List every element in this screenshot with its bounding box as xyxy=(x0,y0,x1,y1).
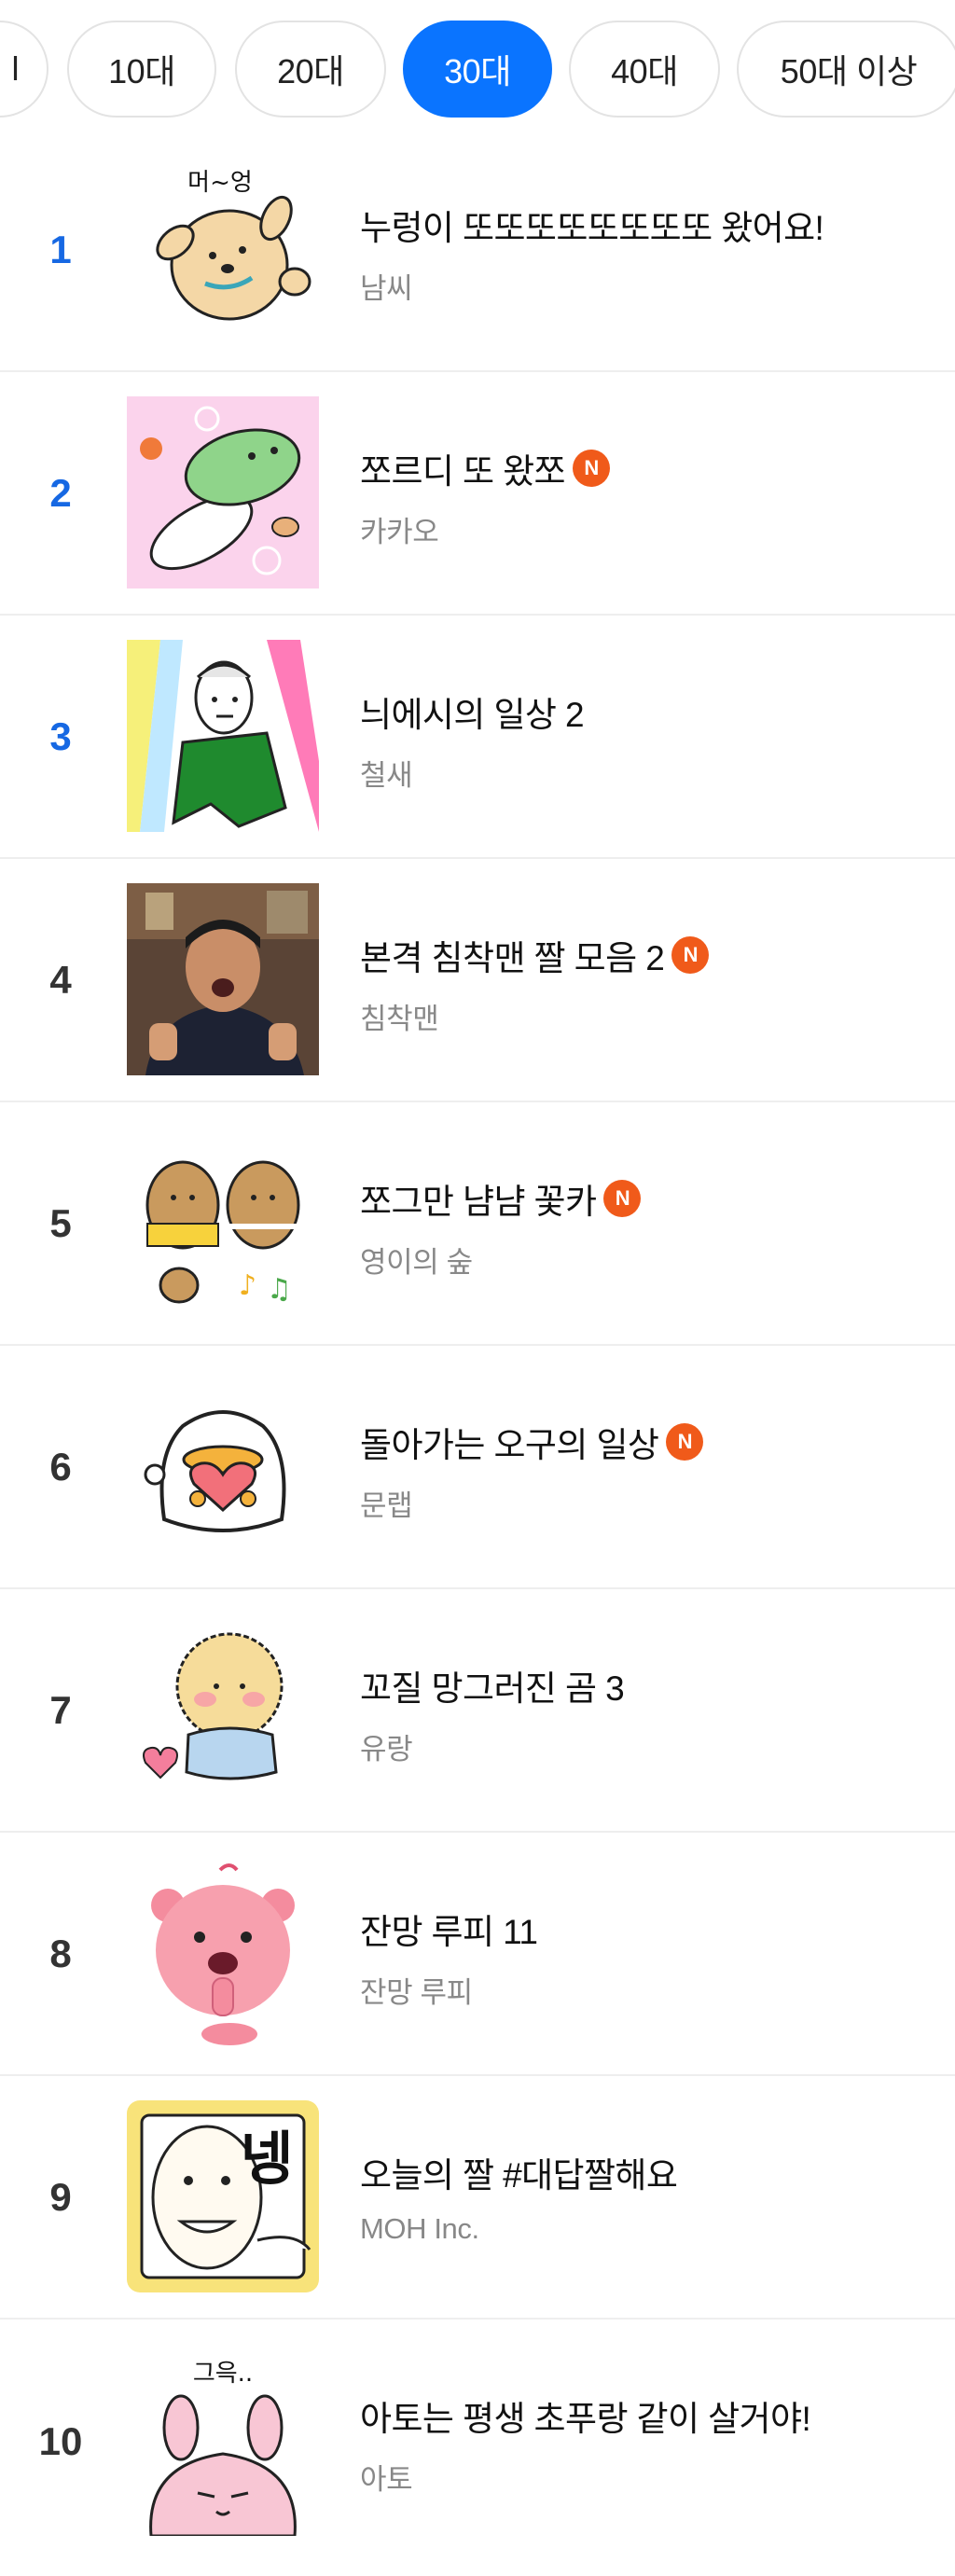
emoticon-title: 누렁이 또또또또또또또또 왔어요! xyxy=(360,209,824,247)
emoticon-title: 꼬질 망그러진 곰 3 xyxy=(360,1669,625,1708)
age-tab-50s-plus[interactable]: 50대 이상 xyxy=(737,21,955,118)
rank-number: 6 xyxy=(49,1444,72,1489)
sticker-caption: 머~엉 xyxy=(187,169,253,197)
emoticon-title: 쪼르디 또 왔쪼 xyxy=(360,452,566,491)
emoticon-author: 아토 xyxy=(360,2463,413,2496)
rank-number: 4 xyxy=(49,957,72,1002)
emoticon-author: 문랩 xyxy=(360,1489,413,1522)
ranking-item[interactable]: 9 넹 오늘의 짤 #대답짤해요 MOH Inc. xyxy=(0,2076,955,2320)
emoticon-author: 남씨 xyxy=(360,272,413,305)
loopy-beaver-sticker-icon xyxy=(127,1857,319,2049)
emoticon-author: 카카오 xyxy=(360,516,439,548)
emoticon-title: 아토는 평생 초푸랑 같이 살거야! xyxy=(360,2400,811,2438)
dog-sticker-icon: 머~엉 xyxy=(127,153,319,345)
new-badge: N xyxy=(603,1180,642,1217)
rank-number: 8 xyxy=(49,1931,72,1975)
rank-number: 3 xyxy=(49,713,72,758)
age-filter-tabs: l 10대 20대 30대 40대 50대 이상 xyxy=(0,0,955,129)
rank-number: 5 xyxy=(49,1200,72,1245)
ranking-item[interactable]: 1 머~엉 누렁이 또또또또또또또또 왔어요! 남씨 xyxy=(0,129,955,372)
age-tab-20s[interactable]: 20대 xyxy=(235,21,386,118)
rank-number: 2 xyxy=(49,470,72,515)
sticker-caption: 넹 xyxy=(240,2125,293,2193)
new-badge: N xyxy=(573,450,610,487)
ranking-item[interactable]: 3 늬에시의 일상 2 철새 xyxy=(0,616,955,859)
age-tab-40s[interactable]: 40대 xyxy=(569,21,720,118)
emoticon-title: 쪼그만 냠냠 꽃카 xyxy=(360,1183,597,1221)
sticker-caption: 그윽.. xyxy=(193,2360,253,2388)
ranking-item[interactable]: 5 ♪ ♫ 쪼그만 냠냠 꽃카 N 영이의 숲 xyxy=(0,1102,955,1346)
emoticon-author: 잔망 루피 xyxy=(360,1976,473,2009)
age-tab-10s[interactable]: 10대 xyxy=(67,21,216,118)
age-tab-partial[interactable]: l xyxy=(0,21,48,118)
ranking-item[interactable]: 7 꼬질 망그러진 곰 3 유랑 xyxy=(0,1589,955,1833)
ogu-heart-sticker-icon xyxy=(127,1370,319,1562)
emoticon-title: 잔망 루피 11 xyxy=(360,1913,538,1951)
thumbs-up-photo-icon xyxy=(127,883,319,1075)
emoticon-author: 영이의 숲 xyxy=(360,1246,473,1279)
dinosaur-sticker-icon xyxy=(127,396,319,589)
ranking-item[interactable]: 6 돌아가는 오구의 일상 N 문랩 xyxy=(0,1346,955,1589)
emoticon-title: 본격 침착맨 짤 모음 2 xyxy=(360,939,665,977)
dancing-man-sticker-icon xyxy=(127,640,319,832)
emoticon-author: 철새 xyxy=(360,759,413,792)
new-badge: N xyxy=(666,1423,704,1461)
svg-text:♪: ♪ xyxy=(239,1269,256,1302)
quokka-sticker-icon: ♪ ♫ xyxy=(127,1127,319,1319)
face-yes-sticker-icon: 넹 xyxy=(127,2100,319,2292)
pink-rabbit-sticker-icon: 그윽.. xyxy=(127,2344,319,2536)
emoticon-title: 돌아가는 오구의 일상 xyxy=(360,1426,659,1464)
rank-number: 1 xyxy=(49,227,72,271)
svg-text:♫: ♫ xyxy=(267,1273,292,1306)
rank-number: 10 xyxy=(38,2418,83,2463)
emoticon-author: 유랑 xyxy=(360,1733,413,1766)
rank-number: 7 xyxy=(49,1687,72,1732)
age-tab-30s[interactable]: 30대 xyxy=(403,21,552,118)
emoticon-author: 침착맨 xyxy=(360,1003,439,1035)
ranking-item[interactable]: 4 본격 침착맨 짤 모음 2N 침착맨 xyxy=(0,859,955,1102)
emoticon-title: 늬에시의 일상 2 xyxy=(360,696,585,734)
ranking-item[interactable]: 2 쪼르디 또 왔쪼 N 카카오 xyxy=(0,372,955,616)
emoticon-author: MOH Inc. xyxy=(360,2212,479,2245)
ranking-item[interactable]: 10 그윽.. 아토는 평생 초푸랑 같이 살거야! 아토 xyxy=(0,2320,955,2563)
new-badge: N xyxy=(671,936,710,974)
emoticon-title: 오늘의 짤 #대답짤해요 xyxy=(360,2156,678,2195)
emoticon-ranking-list: 1 머~엉 누렁이 또또또또또또또또 왔어요! 남씨 2 쪼르디 또 왔쪼 N … xyxy=(0,129,955,2563)
fluffy-bear-sticker-icon xyxy=(127,1613,319,1806)
rank-number: 9 xyxy=(49,2174,72,2219)
ranking-item[interactable]: 8 잔망 루피 11 잔망 루피 xyxy=(0,1833,955,2076)
